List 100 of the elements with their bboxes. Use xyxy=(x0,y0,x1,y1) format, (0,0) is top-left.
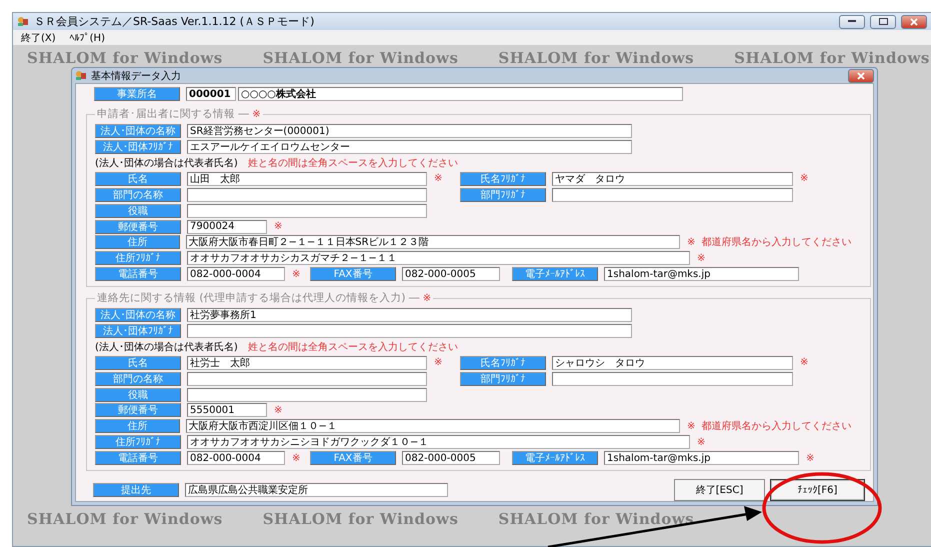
maximize-button[interactable] xyxy=(870,14,896,28)
required-mark: ※ xyxy=(292,452,300,464)
input-field[interactable] xyxy=(187,188,427,202)
dialog-button[interactable]: 終了[ESC] xyxy=(674,479,765,501)
input-field[interactable] xyxy=(187,324,632,338)
input-field[interactable]: 大阪府大阪市西淀川区佃１０−１ xyxy=(186,419,680,434)
required-mark: ※ xyxy=(800,173,808,184)
input-field[interactable]: 7900024 xyxy=(187,220,267,234)
input-field[interactable]: 082-000-0004 xyxy=(187,267,285,282)
field-label: 法人･団体の名称 xyxy=(95,308,181,322)
field-label: 部門ﾌﾘｶﾞﾅ xyxy=(460,372,546,386)
input-field[interactable]: オオサカフオオサカシニシヨドガワクックダ１０−１ xyxy=(187,435,690,450)
input-field[interactable]: 山田 太郎 xyxy=(187,172,427,186)
required-mark: ※ xyxy=(687,420,696,432)
input-field[interactable] xyxy=(552,372,793,386)
field-label: FAX番号 xyxy=(310,267,396,282)
field-label: 住所 xyxy=(95,419,180,434)
close-button[interactable] xyxy=(901,14,927,28)
input-field[interactable]: オオサカフオオサカシカスガマチ２−１−１１ xyxy=(187,251,690,266)
input-field[interactable] xyxy=(552,188,793,202)
app-icon xyxy=(17,16,29,27)
field-label: 氏名ﾌﾘｶﾞﾅ xyxy=(460,172,546,186)
input-field[interactable] xyxy=(187,204,427,218)
field-label: 氏名 xyxy=(95,172,181,186)
required-mark: ※ xyxy=(434,357,442,368)
required-mark: ※ xyxy=(274,221,282,232)
window-title: ＳＲ会員システム／SR-Saas Ver.1.1.12 (ＡＳＰモード) xyxy=(34,14,316,29)
field-label: 住所ﾌﾘｶﾞﾅ xyxy=(95,251,181,266)
warning-text: 姓と名の間は全角スペースを入力してください xyxy=(248,340,458,354)
required-mark: ※ xyxy=(422,293,432,304)
close-icon xyxy=(857,72,865,80)
field-label: 事業所名 xyxy=(94,87,180,102)
input-field[interactable]: ○○○○株式会社 xyxy=(238,87,683,102)
field-label: 部門の名称 xyxy=(95,188,181,202)
section-legend: 連絡先に関する情報 (代理申請する場合は代理人の情報を入力) ― xyxy=(97,292,420,304)
dialog-title: 基本情報データ入力 xyxy=(91,70,182,83)
field-label: 部門ﾌﾘｶﾞﾅ xyxy=(460,188,546,202)
required-mark: ※ xyxy=(274,404,282,416)
input-field[interactable] xyxy=(187,372,427,386)
wallpaper-text: SHALOM for Windows xyxy=(498,510,694,528)
input-field[interactable]: 社労士 太郎 xyxy=(187,356,427,370)
wallpaper-text: SHALOM for Windows xyxy=(734,49,930,67)
field-label: 部門の名称 xyxy=(95,372,181,386)
input-field[interactable]: SR経営労務センター(000001) xyxy=(187,124,632,138)
required-mark: ※ xyxy=(800,357,808,368)
required-mark: ※ xyxy=(292,268,300,280)
required-mark: ※ xyxy=(687,236,696,248)
note-text: (法人･団体の場合は代表者氏名) xyxy=(95,340,238,354)
close-button[interactable] xyxy=(848,68,874,83)
menu-item[interactable]: ﾍﾙﾌﾟ(H) xyxy=(70,32,105,44)
input-field[interactable]: 082-000-0005 xyxy=(402,267,500,282)
field-label: 郵便番号 xyxy=(95,220,181,234)
field-label: 提出先 xyxy=(93,483,179,497)
input-field[interactable]: エスアールケイエイロウムセンター xyxy=(187,140,632,154)
input-field[interactable]: 1shalom-tar@mks.jp xyxy=(604,451,799,466)
code-field[interactable]: 000001 xyxy=(186,87,236,102)
field-label: 氏名ﾌﾘｶﾞﾅ xyxy=(460,356,546,370)
field-label: 住所 xyxy=(95,235,180,250)
minimize-icon xyxy=(848,20,856,23)
required-mark: ※ xyxy=(697,252,706,264)
field-label: FAX番号 xyxy=(310,451,396,466)
section-legend: 申請者･届出者に関する情報 ― xyxy=(97,108,249,120)
field-label: 住所ﾌﾘｶﾞﾅ xyxy=(95,435,181,450)
input-field[interactable]: 1shalom-tar@mks.jp xyxy=(604,267,799,282)
input-field[interactable]: 大阪府大阪市春日町２−１−１１日本SRビル１２３階 xyxy=(186,235,680,250)
field-label: 法人･団体の名称 xyxy=(95,124,181,138)
input-field[interactable]: シャロウシ タロウ xyxy=(552,356,793,370)
app-icon xyxy=(75,70,87,82)
input-field[interactable]: 5550001 xyxy=(187,403,267,418)
wallpaper-text: SHALOM for Windows xyxy=(27,49,223,67)
input-field[interactable]: 082-000-0004 xyxy=(187,451,285,466)
field-label: 法人･団体ﾌﾘｶﾞﾅ xyxy=(95,140,181,154)
close-icon xyxy=(910,18,918,26)
required-mark: ※ xyxy=(434,173,442,184)
field-label: 役職 xyxy=(95,388,181,402)
required-mark: ※ xyxy=(697,436,706,448)
minimize-button[interactable] xyxy=(839,14,865,28)
field-label: 電子ﾒｰﾙｱﾄﾞﾚｽ xyxy=(512,267,598,282)
menu-item[interactable]: 終了(X) xyxy=(21,30,56,44)
hint-text: 都道府県名から入力してください xyxy=(701,236,852,250)
input-field[interactable]: 広島県広島公共職業安定所 xyxy=(185,483,448,497)
input-field[interactable]: ヤマダ タロウ xyxy=(552,172,793,186)
wallpaper-text: SHALOM for Windows xyxy=(262,510,458,528)
hint-text: 都道府県名から入力してください xyxy=(701,420,852,434)
field-label: 電話番号 xyxy=(95,451,181,466)
dialog-button[interactable]: ﾁｪｯｸ[F6] xyxy=(770,479,865,501)
input-field[interactable]: 082-000-0005 xyxy=(402,451,500,466)
warning-text: 姓と名の間は全角スペースを入力してください xyxy=(248,156,458,170)
maximize-icon xyxy=(878,18,888,25)
wallpaper-text: SHALOM for Windows xyxy=(498,49,694,67)
required-mark: ※ xyxy=(806,452,814,464)
field-label: 電話番号 xyxy=(95,267,181,282)
wallpaper-text: SHALOM for Windows xyxy=(27,510,223,528)
required-mark: ※ xyxy=(252,109,261,120)
field-label: 役職 xyxy=(95,204,181,218)
field-label: 氏名 xyxy=(95,356,181,370)
input-field[interactable] xyxy=(187,388,427,402)
field-label: 法人･団体ﾌﾘｶﾞﾅ xyxy=(95,324,181,338)
input-field[interactable]: 社労夢事務所1 xyxy=(187,308,632,322)
note-text: (法人･団体の場合は代表者氏名) xyxy=(95,156,238,170)
